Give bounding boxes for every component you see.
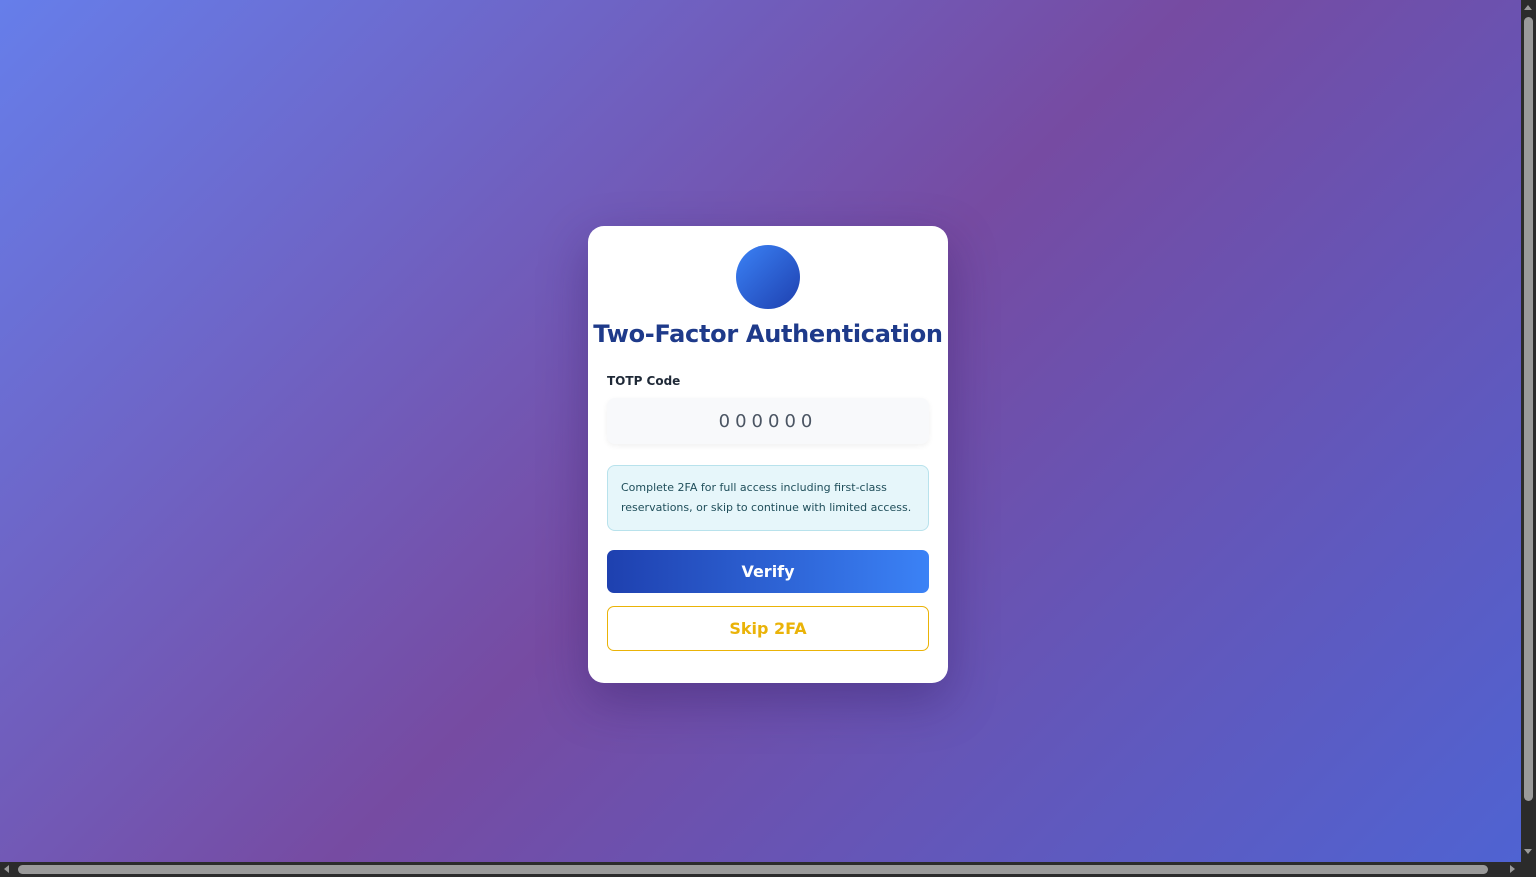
- info-message: Complete 2FA for full access including f…: [607, 465, 929, 531]
- scroll-down-arrow-icon[interactable]: [1524, 849, 1532, 854]
- vertical-scrollbar[interactable]: [1521, 0, 1536, 862]
- skip-2fa-button[interactable]: Skip 2FA: [607, 606, 929, 651]
- page-title: Two-Factor Authentication: [593, 320, 943, 348]
- app-logo-icon: [736, 245, 800, 309]
- two-factor-card: Two-Factor Authentication TOTP Code Comp…: [588, 226, 948, 683]
- scroll-right-arrow-icon[interactable]: [1510, 865, 1515, 873]
- verify-button[interactable]: Verify: [607, 550, 929, 593]
- horizontal-scroll-thumb[interactable]: [18, 865, 1488, 874]
- vertical-scroll-thumb[interactable]: [1524, 17, 1533, 801]
- scroll-left-arrow-icon[interactable]: [4, 865, 9, 873]
- totp-code-input[interactable]: [607, 398, 929, 444]
- totp-code-label: TOTP Code: [607, 374, 681, 388]
- scrollbar-corner: [1521, 862, 1536, 877]
- horizontal-scrollbar[interactable]: [0, 862, 1521, 877]
- page-background: Two-Factor Authentication TOTP Code Comp…: [0, 0, 1521, 862]
- scroll-up-arrow-icon[interactable]: [1524, 5, 1532, 10]
